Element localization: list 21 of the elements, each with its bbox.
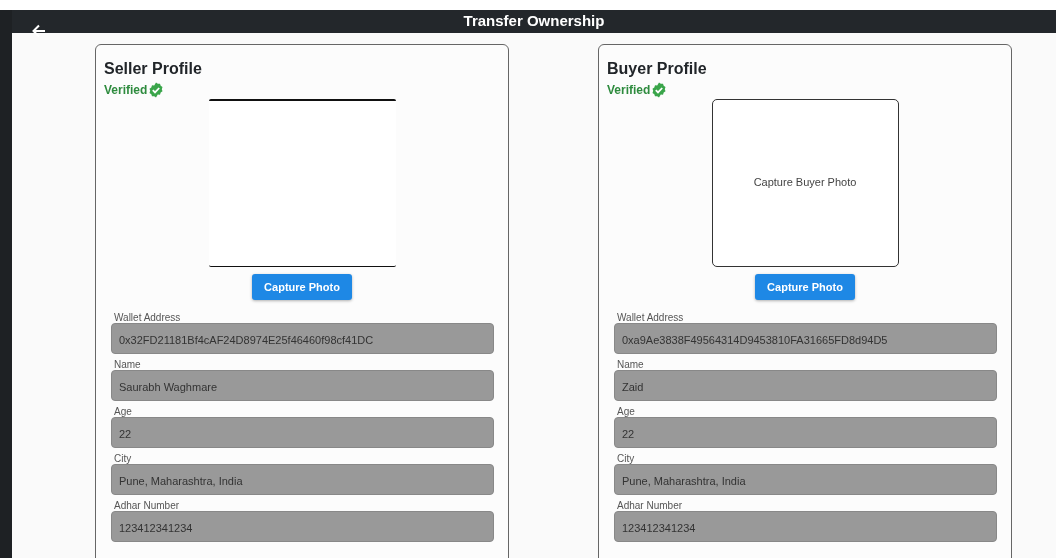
field-label: Adhar Number: [114, 500, 180, 511]
field-label: Age: [617, 406, 635, 417]
card-title: Seller Profile: [104, 58, 202, 79]
card-title: Buyer Profile: [607, 58, 707, 79]
photo-capture-area[interactable]: Capture Buyer Photo: [711, 98, 899, 267]
field-label: City: [114, 453, 132, 464]
field-label: Wallet Address: [617, 312, 684, 323]
verified-badge-icon: [148, 81, 165, 98]
page-title: Transfer Ownership: [463, 11, 605, 31]
placeholder-text: Capture Buyer Photo: [753, 175, 857, 191]
field-label: Age: [114, 406, 132, 417]
field-label: Wallet Address: [114, 312, 181, 323]
verified-label: Verified: [607, 81, 651, 99]
verified-badge-icon: [651, 81, 668, 98]
field-label: Name: [617, 359, 644, 370]
field-label: City: [617, 453, 635, 464]
capture-button[interactable]: Capture Photo: [755, 273, 855, 300]
field-label: Name: [114, 359, 141, 370]
verified-label: Verified: [104, 81, 148, 99]
field-label: Adhar Number: [617, 500, 683, 511]
capture-button[interactable]: Capture Photo: [252, 273, 352, 300]
